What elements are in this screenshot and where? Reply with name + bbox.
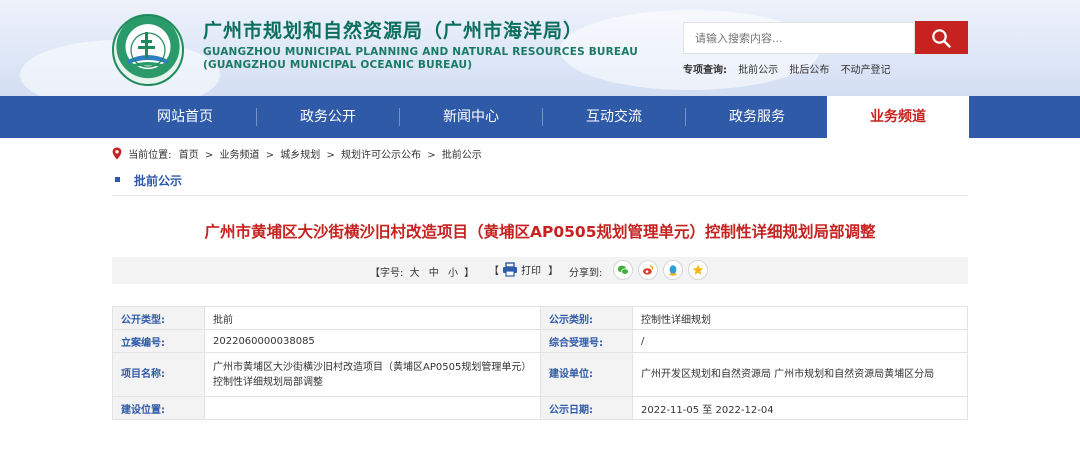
info-key-notice-date: 公示日期: [540,396,633,420]
info-key-public-type: 公开类型: [112,306,205,330]
quick-link-prepublic[interactable]: 批前公示 [738,65,778,76]
breadcrumb: 当前位置: 首页 > 业务频道 > 城乡规划 > 规划许可公示公布 > 批前公示 [112,147,482,161]
font-size-control: 【字号: 大 中 小 】 [370,264,474,279]
table-row: 立案编号: 2022060000038085 综合受理号: / [112,329,968,353]
project-name-line-2: 控制性详细规划局部调整 [213,376,323,388]
breadcrumb-prepublic[interactable]: 批前公示 [442,150,482,161]
project-name-line-1: 广州市黄埔区大沙街横沙旧村改造项目（黄埔区AP0505规划管理单元） [213,361,532,373]
info-key-construction-unit: 建设单位: [540,352,633,397]
font-size-label: 【字号: [370,268,404,279]
breadcrumb-permit-notices[interactable]: 规划许可公示公布 [341,150,421,161]
table-row: 建设位置: 公示日期: 2022-11-05 至 2022-12-04 [112,396,968,420]
info-value-notice-category: 控制性详细规划 [632,306,968,330]
section-bullet-icon [115,177,120,182]
qzone-icon[interactable] [688,260,708,280]
nav-item-business[interactable]: 业务频道 [827,96,969,138]
breadcrumb-urban-planning[interactable]: 城乡规划 [280,150,320,161]
table-row: 公开类型: 批前 公示类别: 控制性详细规划 [112,306,968,330]
share-label: 分享到: [569,268,603,279]
nav-item-interaction[interactable]: 互动交流 [543,96,685,138]
main-nav: 网站首页 政务公开 新闻中心 互动交流 政务服务 业务频道 [0,96,1080,138]
breadcrumb-separator: > [427,150,436,161]
breadcrumb-label: 当前位置: [128,150,172,161]
quick-links: 专项查询: 批前公示 批后公布 不动产登记 [683,61,891,76]
breadcrumb-separator: > [326,150,335,161]
info-key-case-number: 立案编号: [112,329,205,353]
quick-link-postpublic[interactable]: 批后公布 [789,65,829,76]
print-close-bracket: 】 [548,266,559,277]
bureau-emblem-icon[interactable] [112,14,184,86]
nav-item-home[interactable]: 网站首页 [114,96,256,138]
breadcrumb-home[interactable]: 首页 [179,150,199,161]
font-size-medium[interactable]: 中 [429,268,439,279]
section-title: 批前公示 [134,174,183,188]
site-title: 广州市规划和自然资源局（广州市海洋局） [203,20,584,42]
search-input[interactable] [683,22,915,54]
info-value-construction-unit: 广州开发区规划和自然资源局 广州市规划和自然资源局黄埔区分局 [632,352,968,397]
info-value-notice-date: 2022-11-05 至 2022-12-04 [632,396,968,420]
nav-item-services[interactable]: 政务服务 [686,96,828,138]
font-size-close: 】 [464,268,475,279]
print-label: 打印 [521,266,541,277]
font-size-small[interactable]: 小 [448,268,458,279]
quick-link-realestate[interactable]: 不动产登记 [841,65,891,76]
article-toolbar: 【字号: 大 中 小 】 【 打印 】 分享到: [112,257,968,284]
info-value-public-type: 批前 [204,306,541,330]
breadcrumb-separator: > [265,150,275,161]
location-pin-icon [112,147,122,160]
search-button[interactable] [915,21,968,54]
section-header: 批前公示 [112,172,968,196]
site-title-en: GUANGZHOU MUNICIPAL PLANNING AND NATURAL… [203,46,639,58]
info-key-project-name: 项目名称: [112,352,205,397]
info-value-location [204,396,541,420]
info-key-acceptance-number: 综合受理号: [540,329,633,353]
print-open-bracket: 【 [489,266,499,277]
info-value-case-number: 2022060000038085 [204,329,541,353]
notice-info-table: 公开类型: 批前 公示类别: 控制性详细规划 立案编号: 20220600000… [112,306,968,420]
info-value-project-name: 广州市黄埔区大沙街横沙旧村改造项目（黄埔区AP0505规划管理单元） 控制性详细… [204,352,541,397]
printer-icon [503,262,517,277]
site-subtitle-en: (GUANGZHOU MUNICIPAL OCEANIC BUREAU) [203,59,473,71]
search-icon [932,29,951,48]
table-row: 项目名称: 广州市黄埔区大沙街横沙旧村改造项目（黄埔区AP0505规划管理单元）… [112,352,968,397]
font-size-large[interactable]: 大 [410,268,420,279]
print-button[interactable]: 【 打印 】 [489,262,558,277]
breadcrumb-separator: > [204,150,214,161]
info-key-location: 建设位置: [112,396,205,420]
info-key-notice-category: 公示类别: [540,306,633,330]
weibo-icon[interactable] [638,260,658,280]
wechat-icon[interactable] [613,260,633,280]
site-header: 广州市规划和自然资源局（广州市海洋局） GUANGZHOU MUNICIPAL … [0,0,1080,96]
qq-icon[interactable] [663,260,683,280]
nav-item-gov-affairs[interactable]: 政务公开 [257,96,399,138]
quick-links-label: 专项查询: [683,65,727,76]
nav-item-news[interactable]: 新闻中心 [400,96,542,138]
breadcrumb-business[interactable]: 业务频道 [220,150,260,161]
article-title: 广州市黄埔区大沙街横沙旧村改造项目（黄埔区AP0505规划管理单元）控制性详细规… [204,223,876,241]
info-value-acceptance-number: / [632,329,968,353]
